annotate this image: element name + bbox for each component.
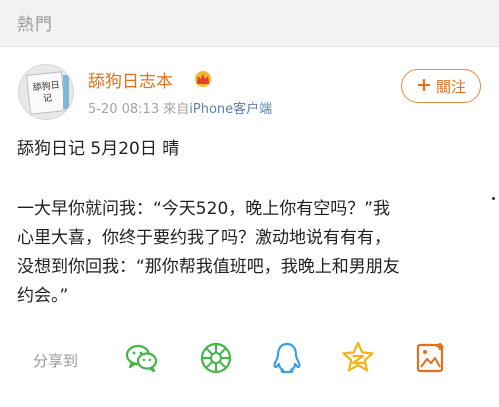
avatar[interactable]: 舔狗日记 (18, 64, 74, 120)
post-timestamp: 5-20 08:13 (88, 102, 160, 117)
post-body-line: 没想到你回我：“那你帮我值班吧，我晚上和男朋友 (17, 257, 400, 277)
stray-dot (492, 197, 495, 200)
share-label: 分享到 (33, 352, 79, 370)
crown-icon (195, 71, 211, 87)
moments-icon[interactable] (198, 340, 234, 376)
username[interactable]: 舔狗日志本 (88, 67, 173, 92)
avatar-text: 舔狗日记 (32, 80, 61, 105)
section-title: 熱門 (17, 15, 53, 35)
post-title-line: 舔狗日记 5月20日 晴 (17, 139, 180, 159)
post-body-line: 约会。” (17, 286, 69, 306)
post-source[interactable]: iPhone客户端 (189, 102, 272, 117)
qzone-icon[interactable] (340, 340, 376, 376)
follow-button[interactable]: + 關注 (401, 69, 481, 103)
source-prefix: 來自 (163, 102, 190, 117)
follow-label: 關注 (435, 77, 466, 96)
post-body-line: 心里大喜，你终于要约我了吗？激动地说有有有， (17, 228, 391, 248)
post-meta: 5-20 08:13 來自iPhone客户端 (88, 98, 272, 117)
avatar-stripe (63, 75, 69, 109)
section-header: 熱門 (0, 0, 499, 47)
plus-icon: + (416, 73, 432, 96)
qq-icon[interactable] (269, 340, 305, 376)
post-body-line: 一大早你就问我：“今天520，晚上你有空吗？”我 (17, 199, 391, 219)
wechat-icon[interactable] (124, 340, 160, 376)
weibo-pic-icon[interactable] (413, 340, 449, 376)
